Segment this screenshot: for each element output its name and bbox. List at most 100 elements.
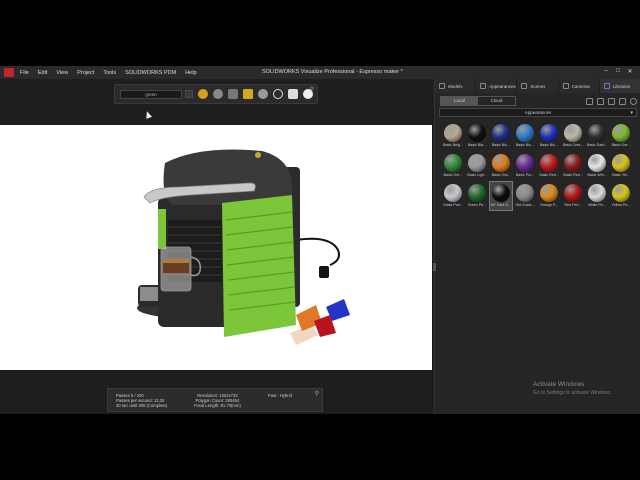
menu-tools[interactable]: Tools [103,70,116,76]
material-swatch [540,124,558,142]
cube-icon[interactable] [243,89,253,99]
menu-edit[interactable]: Edit [38,70,47,76]
material-tile[interactable]: Basic Whi... [586,152,608,180]
material-swatch [588,124,606,142]
window-controls: – □ ✕ [600,68,636,75]
menu-file[interactable]: File [20,70,29,76]
material-tile[interactable]: Basic Ora... [490,152,512,180]
render-viewport[interactable] [0,125,432,370]
menu-help[interactable]: Help [185,70,196,76]
menu-pdm[interactable]: SOLIDWORKS PDM [125,70,176,76]
tab-scenes[interactable]: Scenes [517,79,559,93]
tab-scenes-label: Scenes [530,83,546,89]
material-tile[interactable]: Basic Beig... [442,122,464,150]
dropdown-value: Appearances [524,110,552,115]
tab-cameras[interactable]: Cameras [559,79,600,93]
material-swatch [612,184,630,202]
tab-libraries-label: Libraries [612,83,631,89]
material-tile[interactable]: Basic Gre... [610,122,632,150]
material-tile[interactable]: MT Dark G... [489,181,513,211]
material-tile[interactable]: Red Perl... [562,182,584,210]
select-options-button[interactable] [185,90,193,98]
flask-icon[interactable] [258,89,268,99]
material-label: Basic Blu... [492,143,510,147]
panel-splitter-handle[interactable] [433,263,436,271]
library-category-dropdown[interactable]: Appearances ▾ [439,108,637,117]
focal-length-text: Focal Length: 91.70(mm) [194,403,241,409]
material-label: Old Crack... [515,203,535,207]
libraries-icon [603,83,610,89]
tab-libraries[interactable]: Libraries [599,79,640,93]
material-tile[interactable]: Basic Yel... [610,152,632,180]
material-label: Basic Dark... [586,143,608,147]
material-tile[interactable]: Basic Crea... [562,122,584,150]
material-label: Basic Crea... [562,143,584,147]
material-tile[interactable]: Basic Ligh... [466,152,488,180]
material-swatch [612,154,630,172]
maximize-button[interactable]: □ [612,68,624,75]
sort-icon[interactable] [619,97,626,105]
camera-icon[interactable] [288,89,298,99]
material-swatch [492,124,510,142]
camera-select[interactable]: green [120,89,182,99]
minimize-button[interactable]: – [600,68,612,75]
car-icon[interactable] [228,89,238,99]
material-label: Basic Gre... [611,143,631,147]
material-tile[interactable]: Basic Blu... [514,122,536,150]
cloud-button[interactable]: Cloud [478,97,515,105]
material-tile[interactable]: Green Pe... [466,182,488,210]
library-source-row: Local Cloud [439,96,637,106]
render-stats-panel: Passes 6 / 100 Passes per second: 13.28 … [107,388,323,412]
material-tile[interactable]: White Pe... [586,182,608,210]
visualize-logo-icon [4,68,14,77]
material-tile[interactable]: Basic Gre... [442,152,464,180]
material-label: Glass Purr... [443,203,463,207]
material-tile[interactable]: Basic Dark... [586,122,608,150]
material-tile[interactable]: Old Crack... [514,182,536,210]
material-tile[interactable]: Basic Blu... [490,122,512,150]
material-swatch [588,184,606,202]
tab-appearances[interactable]: Appearances [476,79,518,93]
palette-tabs: Models Appearances Scenes Cameras Librar… [435,79,640,93]
material-tile[interactable]: Basic Red... [562,152,584,180]
material-tile[interactable]: Glass Purr... [442,182,464,210]
material-tile[interactable]: Orange P... [538,182,560,210]
material-label: Basic Ligh... [467,173,487,177]
render-mode-text: Fast - Hybrid [268,393,292,398]
material-swatch [612,124,630,142]
menu-view[interactable]: View [56,70,68,76]
sun-icon[interactable] [198,89,208,99]
library-tools [582,97,637,105]
material-label: Basic Red... [563,173,583,177]
material-tile[interactable]: Basic Red... [538,152,560,180]
menu-project[interactable]: Project [77,70,94,76]
pin-icon[interactable]: ⚲ [315,390,319,397]
list-view-icon[interactable] [608,97,615,105]
close-button[interactable]: ✕ [624,68,636,75]
tab-models[interactable]: Models [435,79,477,93]
material-tile[interactable]: Basic Pur... [514,152,536,180]
time-until-text: 30 sec until 300 (Complete) [116,403,168,409]
chevron-down-icon: ▾ [630,110,633,116]
local-button[interactable]: Local [441,97,478,105]
sphere-icon[interactable] [213,89,223,99]
material-swatch [468,184,486,202]
menu-bar: File Edit View Project Tools SOLIDWORKS … [20,70,206,76]
material-label: Basic Beig... [443,143,463,147]
models-icon [439,83,445,89]
material-label: Basic Bla... [468,143,486,147]
material-swatch [540,154,558,172]
material-label: Yellow Pe... [611,203,631,207]
espresso-machine-render [137,149,350,345]
search-icon[interactable] [630,97,637,105]
palette-panel: Models Appearances Scenes Cameras Librar… [434,79,640,414]
material-tile[interactable]: Yellow Pe... [610,182,632,210]
pin-icon[interactable]: ⚲ [310,86,314,93]
refresh-icon[interactable] [273,89,283,99]
material-tile[interactable]: Basic Blu... [538,122,560,150]
resize-icon[interactable] [586,97,593,105]
material-tile[interactable]: Basic Bla... [466,122,488,150]
letterbox-top [0,0,640,66]
grid-view-icon[interactable] [597,97,604,105]
local-cloud-toggle: Local Cloud [440,96,516,106]
